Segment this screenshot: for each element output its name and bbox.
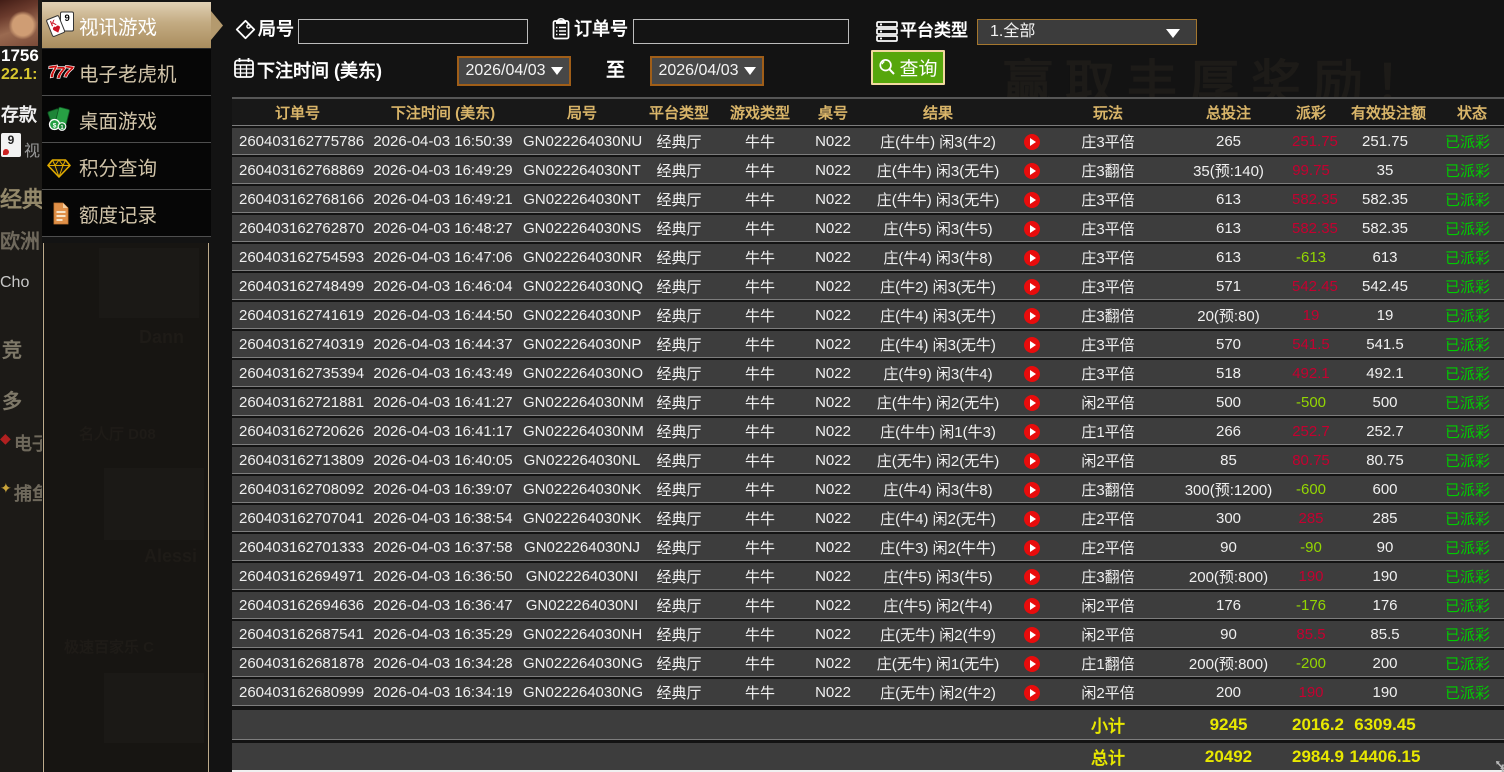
- svg-text:1: 1: [60, 125, 63, 131]
- svg-text:$: $: [53, 122, 57, 129]
- svg-text:7: 7: [62, 63, 74, 81]
- svg-text:9: 9: [65, 13, 70, 24]
